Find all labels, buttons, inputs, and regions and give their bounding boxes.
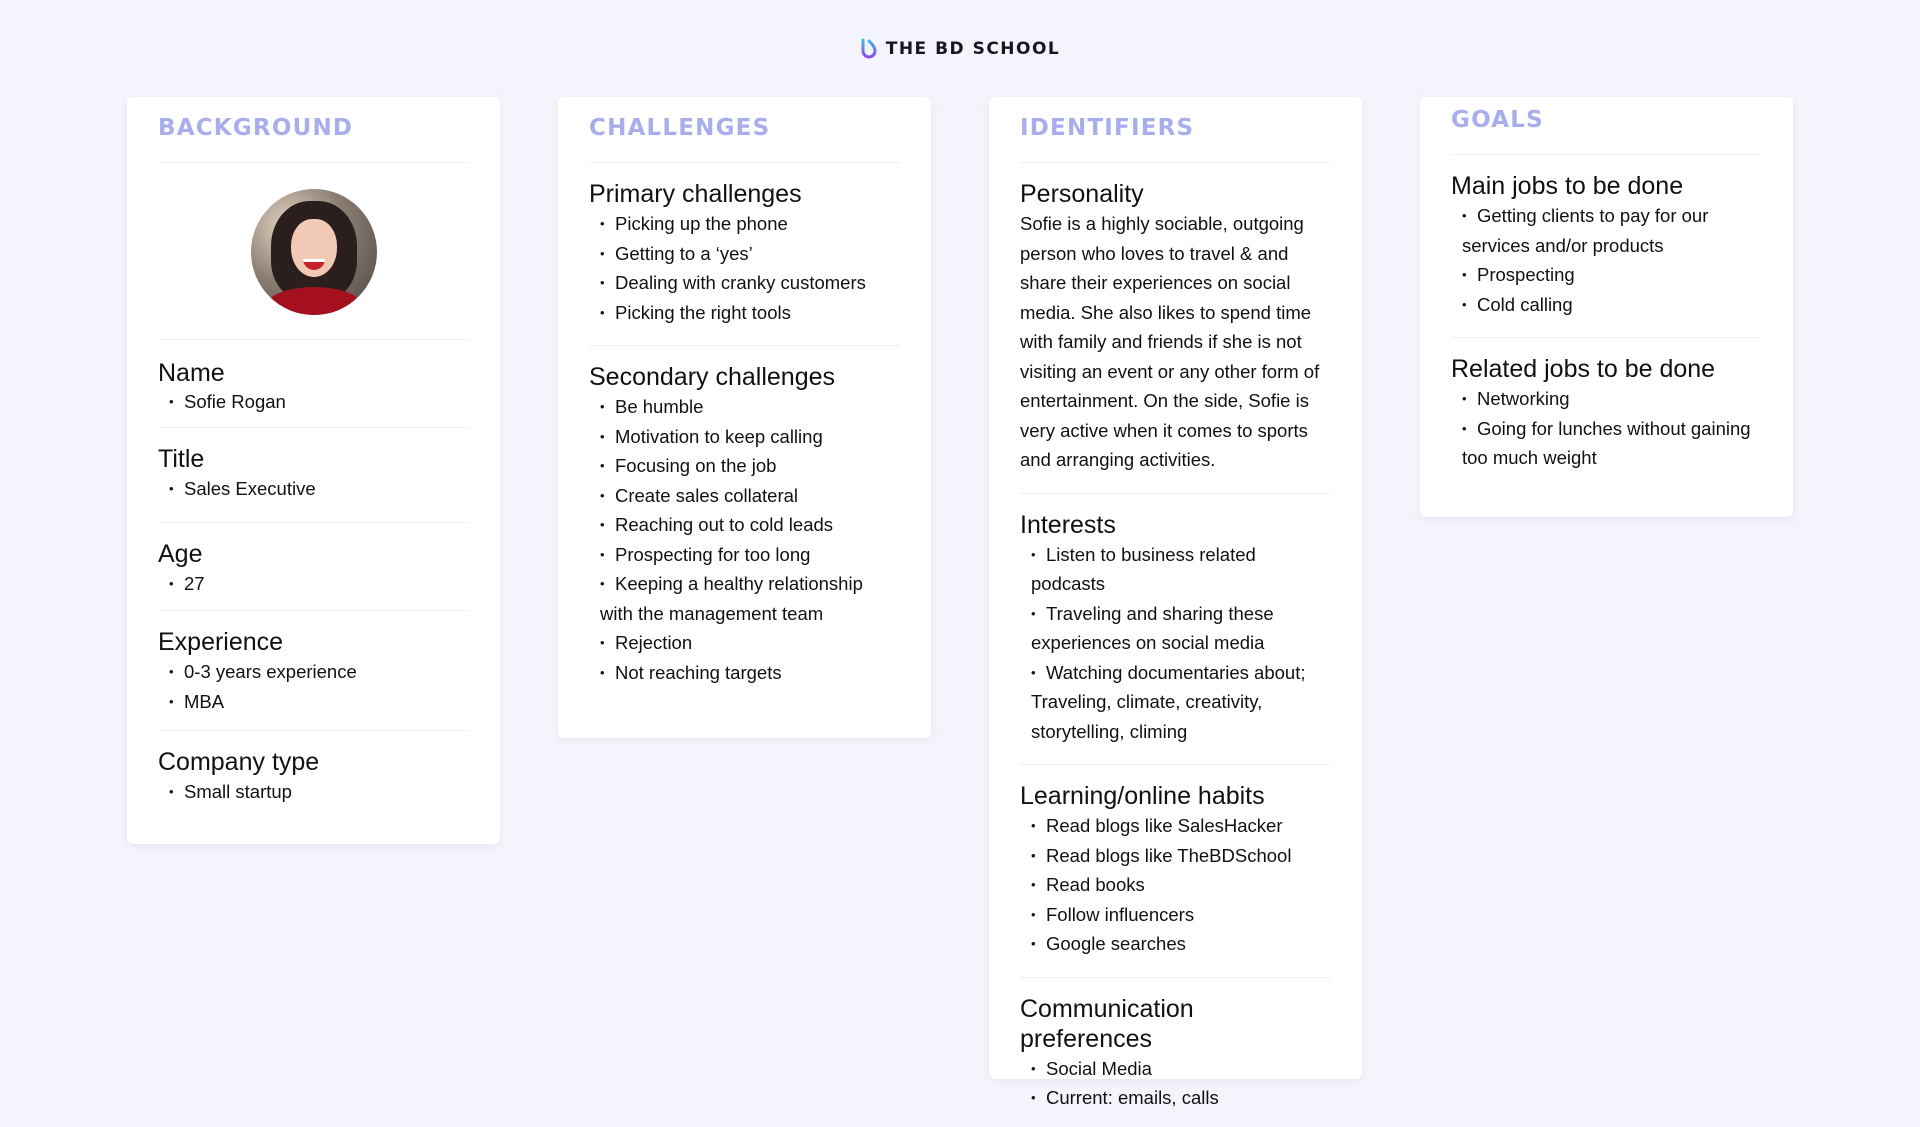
section-interests: Interests Listen to business related pod… bbox=[1020, 494, 1331, 765]
section-main-jobs: Main jobs to be done Getting clients to … bbox=[1451, 155, 1762, 338]
list-item: Reaching out to cold leads bbox=[600, 510, 900, 540]
item-list: Getting clients to pay for our services … bbox=[1451, 201, 1762, 319]
item-list: Small startup bbox=[158, 777, 469, 807]
challenges-card: CHALLENGES Primary challenges Picking up… bbox=[558, 97, 931, 738]
section-secondary-challenges: Secondary challenges Be humble Motivatio… bbox=[589, 346, 900, 701]
list-item: Getting to a ‘yes’ bbox=[600, 239, 900, 269]
brand-name: THE BD SCHOOL bbox=[885, 39, 1061, 59]
section-heading: Related jobs to be done bbox=[1451, 355, 1716, 383]
section-heading: Main jobs to be done bbox=[1451, 172, 1684, 200]
item-list: Networking Going for lunches without gai… bbox=[1451, 384, 1762, 473]
list-item: MBA bbox=[169, 687, 469, 717]
background-card: BACKGROUND Name Sofie Rogan Title Sales … bbox=[127, 97, 500, 844]
section-heading: Personality bbox=[1020, 180, 1144, 208]
section-learning-habits: Learning/online habits Read blogs like S… bbox=[1020, 765, 1331, 978]
section-communication-preferences: Communication preferences Social Media C… bbox=[1020, 978, 1331, 1127]
section-heading: Company type bbox=[158, 748, 320, 776]
section-experience: Experience 0-3 years experience MBA bbox=[158, 611, 469, 731]
card-title: CHALLENGES bbox=[589, 97, 900, 163]
list-item: Focusing on the job bbox=[600, 451, 900, 481]
list-item: Read blogs like TheBDSchool bbox=[1031, 841, 1331, 871]
personality-text: Sofie is a highly sociable, outgoing per… bbox=[1020, 213, 1320, 470]
list-item: Traveling and sharing these experiences … bbox=[1031, 599, 1331, 658]
list-item: Dealing with cranky customers bbox=[600, 268, 900, 298]
section-related-jobs: Related jobs to be done Networking Going… bbox=[1451, 338, 1762, 487]
section-heading: Name bbox=[158, 359, 225, 387]
list-item: Sofie Rogan bbox=[169, 388, 469, 415]
list-item: Be humble bbox=[600, 392, 900, 422]
item-list: Be humble Motivation to keep calling Foc… bbox=[589, 392, 900, 687]
section-heading: Communication preferences bbox=[1020, 994, 1194, 1053]
list-item: Networking bbox=[1462, 384, 1762, 414]
list-item: Rejection bbox=[600, 628, 900, 658]
list-item: Google searches bbox=[1031, 929, 1331, 959]
card-title: IDENTIFIERS bbox=[1020, 97, 1331, 163]
section-personality: Personality Sofie is a highly sociable, … bbox=[1020, 163, 1331, 494]
list-item: Current: emails, calls bbox=[1031, 1083, 1331, 1113]
list-item: Motivation to keep calling bbox=[600, 422, 900, 452]
section-heading: Experience bbox=[158, 628, 284, 656]
section-heading: Primary challenges bbox=[589, 180, 802, 208]
avatar-section bbox=[158, 163, 469, 340]
list-item: Listen to business related podcasts bbox=[1031, 540, 1331, 599]
list-item: Keeping a healthy relationship with the … bbox=[600, 569, 900, 628]
item-list: Read blogs like SalesHacker Read blogs l… bbox=[1020, 811, 1331, 959]
item-list: Sales Executive bbox=[158, 474, 469, 504]
section-company-type: Company type Small startup bbox=[158, 731, 469, 821]
item-list: Social Media Current: emails, calls bbox=[1020, 1054, 1331, 1113]
goals-card: GOALS Main jobs to be done Getting clien… bbox=[1420, 97, 1793, 517]
section-age: Age 27 bbox=[158, 523, 469, 611]
bd-school-droplet-icon bbox=[861, 38, 877, 59]
brand-logo: THE BD SCHOOL bbox=[0, 38, 1920, 60]
list-item: Not reaching targets bbox=[600, 658, 900, 688]
list-item: 27 bbox=[169, 569, 469, 599]
item-list: Picking up the phone Getting to a ‘yes’ … bbox=[589, 209, 900, 327]
card-title: BACKGROUND bbox=[158, 97, 469, 163]
section-title: Title Sales Executive bbox=[158, 428, 469, 523]
list-item: Cold calling bbox=[1462, 290, 1762, 320]
item-list: 0-3 years experience MBA bbox=[158, 657, 469, 716]
section-heading: Title bbox=[158, 445, 205, 473]
list-item: Picking the right tools bbox=[600, 298, 900, 328]
list-item: Prospecting bbox=[1462, 260, 1762, 290]
list-item: Prospecting for too long bbox=[600, 540, 900, 570]
list-item: Follow influencers bbox=[1031, 900, 1331, 930]
list-item: Read books bbox=[1031, 870, 1331, 900]
item-list: 27 bbox=[158, 569, 469, 599]
list-item: Social Media bbox=[1031, 1054, 1331, 1084]
section-primary-challenges: Primary challenges Picking up the phone … bbox=[589, 163, 900, 346]
list-item: Sales Executive bbox=[169, 474, 469, 504]
list-item: Going for lunches without gaining too mu… bbox=[1462, 414, 1762, 473]
list-item: Getting clients to pay for our services … bbox=[1462, 201, 1762, 260]
section-heading: Age bbox=[158, 539, 203, 568]
list-item: Picking up the phone bbox=[600, 209, 900, 239]
avatar bbox=[250, 189, 377, 315]
section-heading: Secondary challenges bbox=[589, 363, 835, 391]
item-list: Listen to business related podcasts Trav… bbox=[1020, 540, 1331, 747]
list-item: Read blogs like SalesHacker bbox=[1031, 811, 1331, 841]
card-title: GOALS bbox=[1451, 97, 1762, 155]
identifiers-card: IDENTIFIERS Personality Sofie is a highl… bbox=[989, 97, 1362, 1108]
list-item: Watching documentaries about; Traveling,… bbox=[1031, 658, 1331, 747]
section-name: Name Sofie Rogan bbox=[158, 340, 469, 428]
list-item: Small startup bbox=[169, 777, 469, 807]
section-heading: Learning/online habits bbox=[1020, 782, 1265, 810]
list-item: Create sales collateral bbox=[600, 481, 900, 511]
list-item: 0-3 years experience bbox=[169, 657, 469, 687]
item-list: Sofie Rogan bbox=[158, 388, 469, 415]
section-heading: Interests bbox=[1020, 510, 1116, 539]
